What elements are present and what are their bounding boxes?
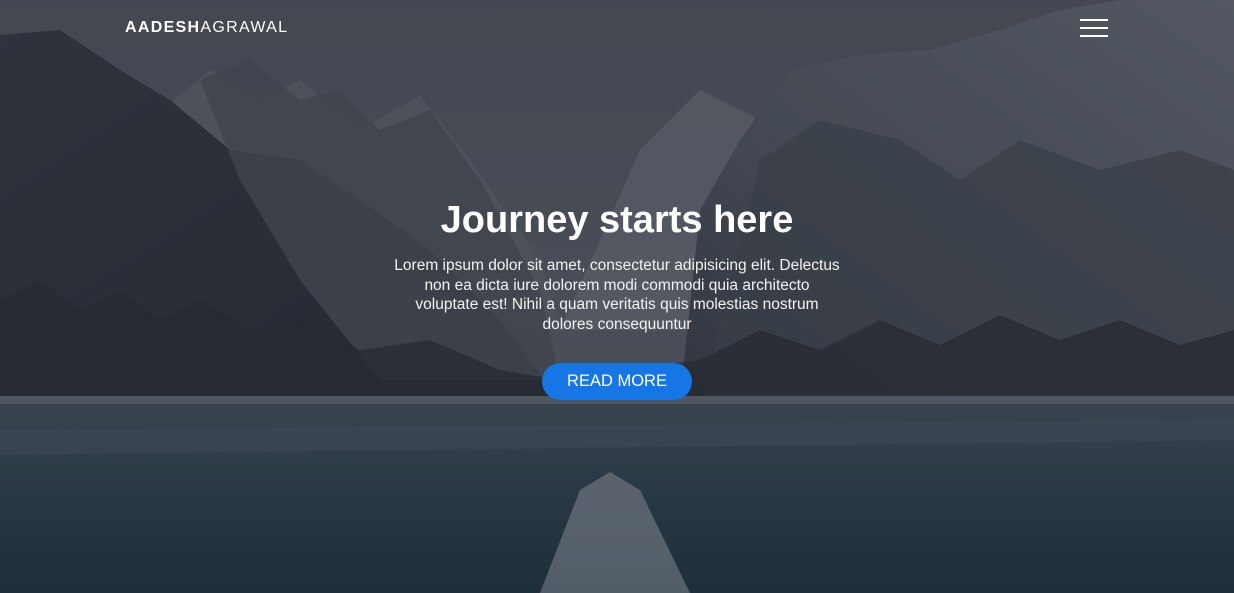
hero-description: Lorem ipsum dolor sit amet, consectetur … [394, 257, 840, 333]
read-more-button[interactable]: READ MORE [542, 363, 692, 400]
brand-logo[interactable]: AADESHAGRAWAL [125, 19, 288, 37]
menu-bar [1080, 35, 1108, 37]
hero-content: Journey starts here Lorem ipsum dolor si… [0, 196, 1234, 400]
navbar: AADESHAGRAWAL [0, 0, 1234, 58]
menu-bar [1080, 27, 1108, 29]
hero-section: AADESHAGRAWAL Journey starts here Lorem … [0, 0, 1234, 593]
logo-bold-text: AADESH [125, 19, 201, 36]
logo-light-text: AGRAWAL [200, 19, 289, 36]
hero-title: Journey starts here [440, 199, 794, 241]
hamburger-menu-icon[interactable] [1080, 19, 1110, 39]
menu-bar [1080, 19, 1108, 21]
